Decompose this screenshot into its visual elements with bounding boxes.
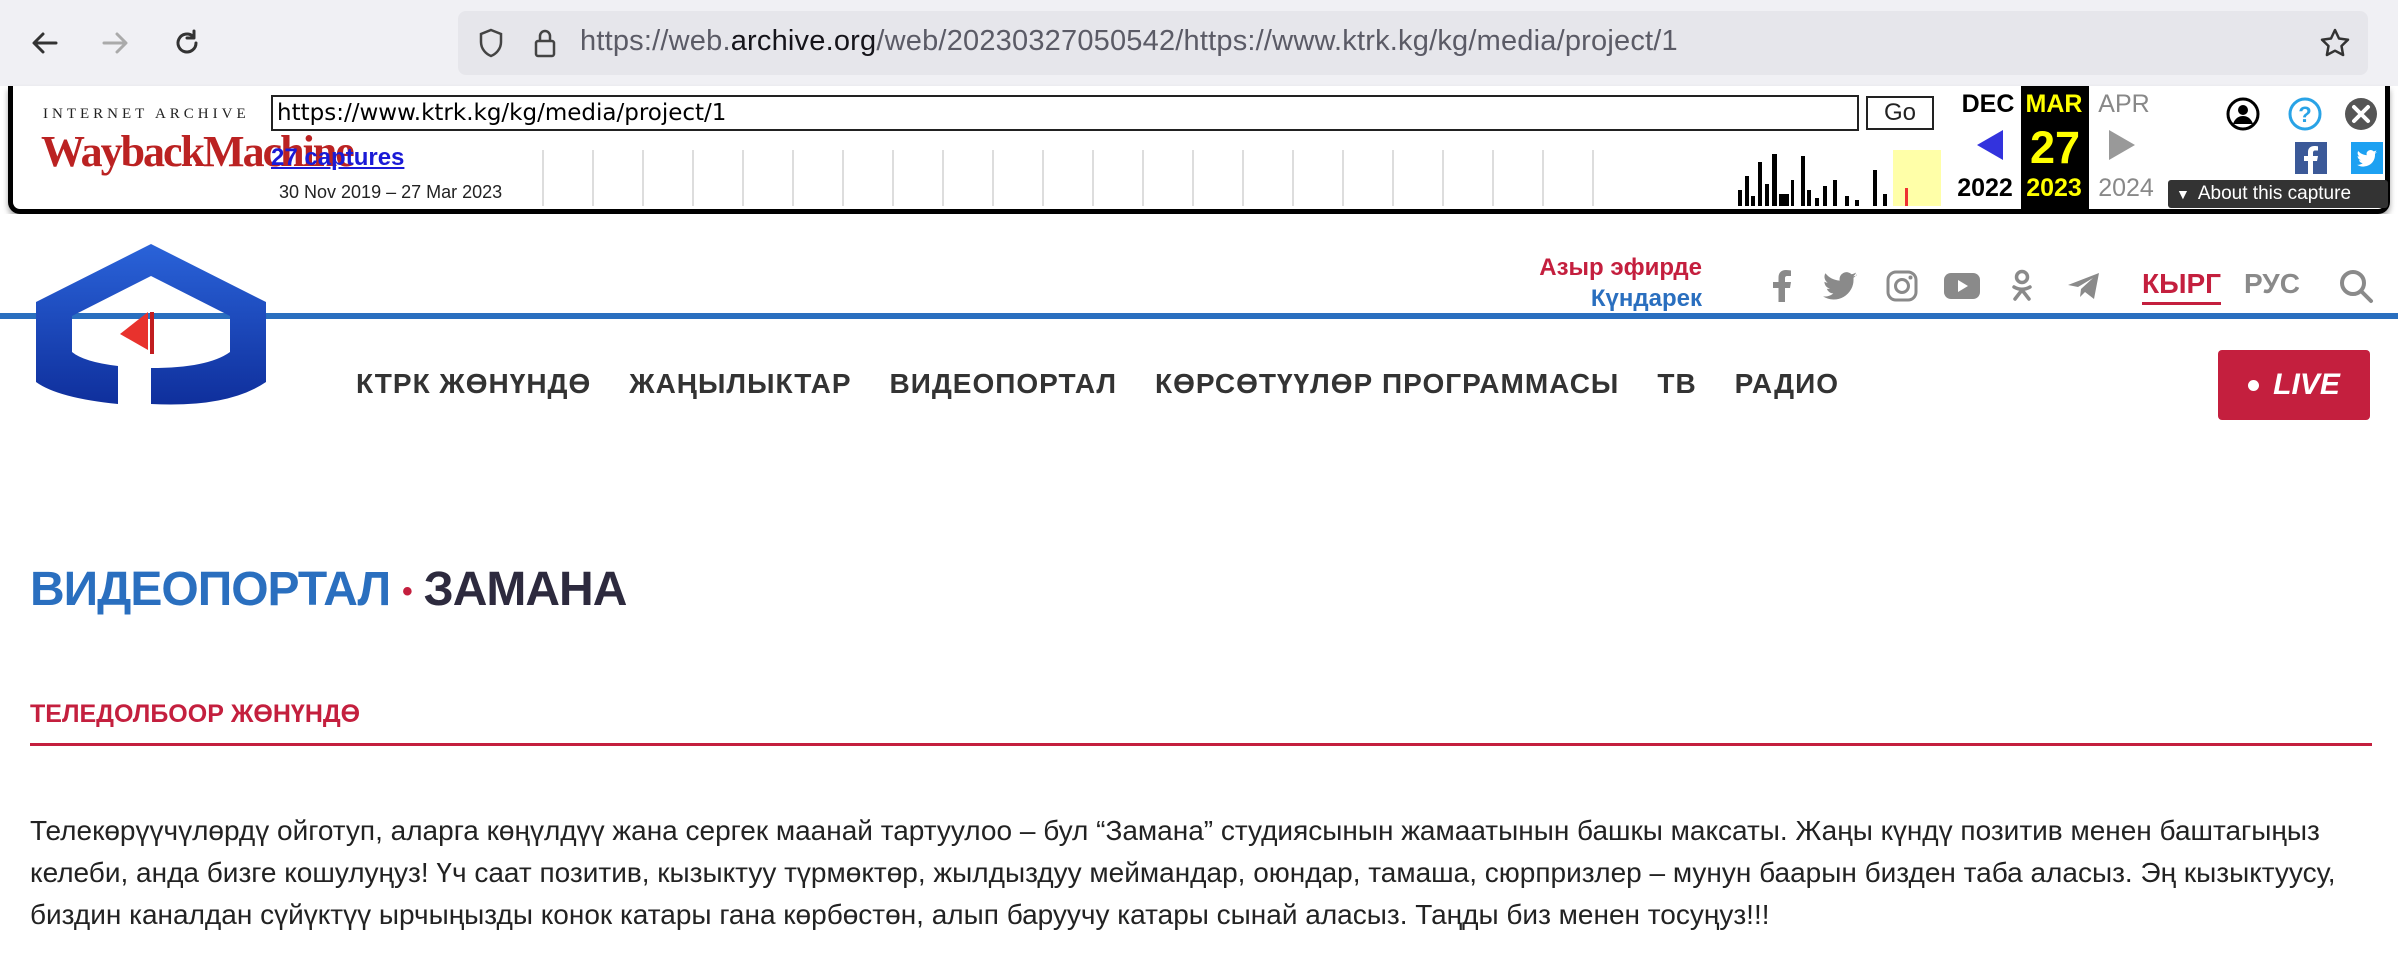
bookmark-star-icon[interactable] xyxy=(2314,22,2356,64)
breadcrumb-separator: • xyxy=(402,575,412,609)
capture-range: 30 Nov 2019 – 27 Mar 2023 xyxy=(279,182,503,202)
lang-russian-link[interactable]: РУС xyxy=(2244,268,2300,300)
close-icon[interactable] xyxy=(2343,96,2379,132)
current-day-label: 27 xyxy=(2029,122,2081,173)
reload-icon[interactable] xyxy=(166,22,208,64)
youtube-icon[interactable] xyxy=(1944,268,1980,304)
breadcrumb-section[interactable]: ВИДЕОПОРТАЛ xyxy=(30,563,391,616)
url-text: https://web.archive.org/web/202303270505… xyxy=(580,25,1678,57)
forward-icon[interactable] xyxy=(94,22,136,64)
next-month-label: APR xyxy=(2098,90,2150,118)
shield-icon[interactable] xyxy=(470,22,512,64)
twitter-icon[interactable] xyxy=(1822,268,1858,304)
prev-year-label[interactable]: 2022 xyxy=(1950,174,2020,203)
site-header xyxy=(0,214,2398,434)
prev-month-label[interactable]: DEC xyxy=(1957,90,2019,119)
schedule-link[interactable]: Күндарек xyxy=(1591,285,1702,313)
account-icon[interactable] xyxy=(2225,96,2261,132)
svg-text:?: ? xyxy=(2298,102,2311,127)
nav-item-videoportal[interactable]: ВИДЕОПОРТАЛ xyxy=(890,368,1118,400)
nav-item-tv[interactable]: ТВ xyxy=(1657,368,1696,400)
next-capture-arrow-icon xyxy=(2109,130,2135,160)
current-month-label: MAR xyxy=(2025,90,2083,118)
about-capture-button[interactable]: ▼ About this capture xyxy=(2168,180,2388,208)
prev-capture-arrow-icon[interactable] xyxy=(1975,128,2005,162)
live-now-link[interactable]: Азыр эфирде xyxy=(1539,254,1702,282)
wayback-url-input[interactable] xyxy=(271,95,1859,131)
caret-down-icon: ▼ xyxy=(2176,186,2190,202)
main-nav: КТРК ЖӨНҮНДӨ ЖАҢЫЛЫКТАР ВИДЕОПОРТАЛ КӨРС… xyxy=(356,368,1839,400)
captures-link[interactable]: 27 captures xyxy=(271,144,404,172)
nav-item-news[interactable]: ЖАҢЫЛЫКТАР xyxy=(629,368,851,400)
next-year-label: 2024 xyxy=(2098,174,2154,202)
browser-toolbar: https://web.archive.org/web/202303270505… xyxy=(0,0,2398,86)
current-year-label: 2023 xyxy=(2026,174,2082,202)
page-title: ЗАМАНА xyxy=(423,563,628,616)
wayback-logo-caption: INTERNET ARCHIVE xyxy=(43,106,250,122)
wayback-toolbar: INTERNET ARCHIVE WaybackMachine Go 27 ca… xyxy=(8,86,2390,214)
header-divider xyxy=(0,313,2398,319)
capture-timeline[interactable] xyxy=(533,150,1941,206)
help-icon[interactable]: ? xyxy=(2287,96,2323,132)
wayback-facebook-icon[interactable] xyxy=(2295,142,2327,174)
telegram-icon[interactable] xyxy=(2066,268,2102,304)
project-description: Телекөрүүчүлөрдү ойготуп, аларга көңүлдү… xyxy=(30,815,2336,930)
ktrk-logo[interactable] xyxy=(28,242,274,408)
odnoklassniki-icon[interactable] xyxy=(2004,268,2040,304)
nav-item-tv-schedule[interactable]: КӨРСӨТҮҮЛӨР ПРОГРАММАСЫ xyxy=(1155,368,1619,400)
nav-item-about[interactable]: КТРК ЖӨНҮНДӨ xyxy=(356,368,591,400)
section-title: ТЕЛЕДОЛБООР ЖӨНҮНДӨ xyxy=(30,700,361,728)
breadcrumb: ВИДЕОПОРТАЛ • ЗАМАНА xyxy=(30,562,628,617)
back-icon[interactable] xyxy=(24,22,66,64)
wayback-twitter-icon[interactable] xyxy=(2351,142,2383,174)
facebook-icon[interactable] xyxy=(1764,268,1800,304)
instagram-icon[interactable] xyxy=(1884,268,1920,304)
lock-icon xyxy=(524,22,566,64)
lang-kyrgyz-link[interactable]: КЫРГ xyxy=(2142,268,2222,305)
live-dot-icon xyxy=(2248,379,2260,391)
nav-item-radio[interactable]: РАДИО xyxy=(1735,368,1839,400)
section-divider xyxy=(30,743,2372,746)
go-button[interactable]: Go xyxy=(1866,96,1934,130)
live-button[interactable]: LIVE xyxy=(2218,350,2370,420)
search-icon[interactable] xyxy=(2336,266,2376,306)
